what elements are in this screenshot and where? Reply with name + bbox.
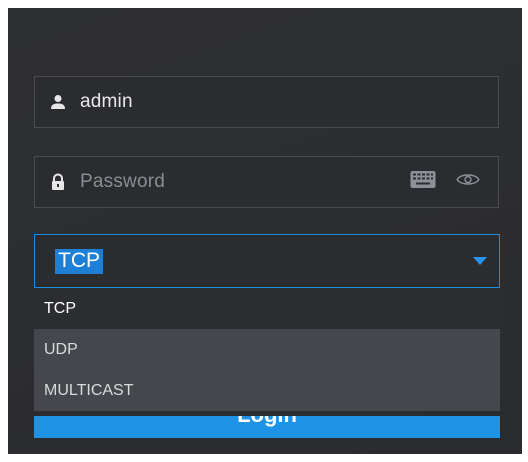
keyboard-icon[interactable]: [410, 171, 436, 194]
password-field-actions: [410, 171, 480, 194]
protocol-select[interactable]: TCP: [34, 234, 500, 288]
login-button[interactable]: Login: [34, 416, 500, 438]
login-panel: admin Password TCP TCP UDP MULTICAST: [8, 8, 522, 454]
protocol-option-multicast[interactable]: MULTICAST: [34, 370, 500, 411]
username-value: admin: [80, 91, 133, 112]
chevron-down-icon[interactable]: [473, 257, 487, 265]
password-field[interactable]: Password: [34, 156, 499, 208]
protocol-selected-value: TCP: [55, 248, 103, 274]
protocol-option-udp[interactable]: UDP: [34, 329, 500, 370]
username-field[interactable]: admin: [34, 76, 499, 128]
login-screen: admin Password TCP TCP UDP MULTICAST: [0, 0, 528, 462]
protocol-option-tcp[interactable]: TCP: [34, 288, 500, 329]
password-placeholder: Password: [80, 171, 166, 192]
user-icon: [50, 94, 66, 110]
lock-icon: [50, 173, 66, 190]
login-button-label: Login: [34, 416, 500, 428]
protocol-dropdown: TCP UDP MULTICAST: [34, 288, 500, 411]
eye-icon[interactable]: [456, 173, 480, 192]
